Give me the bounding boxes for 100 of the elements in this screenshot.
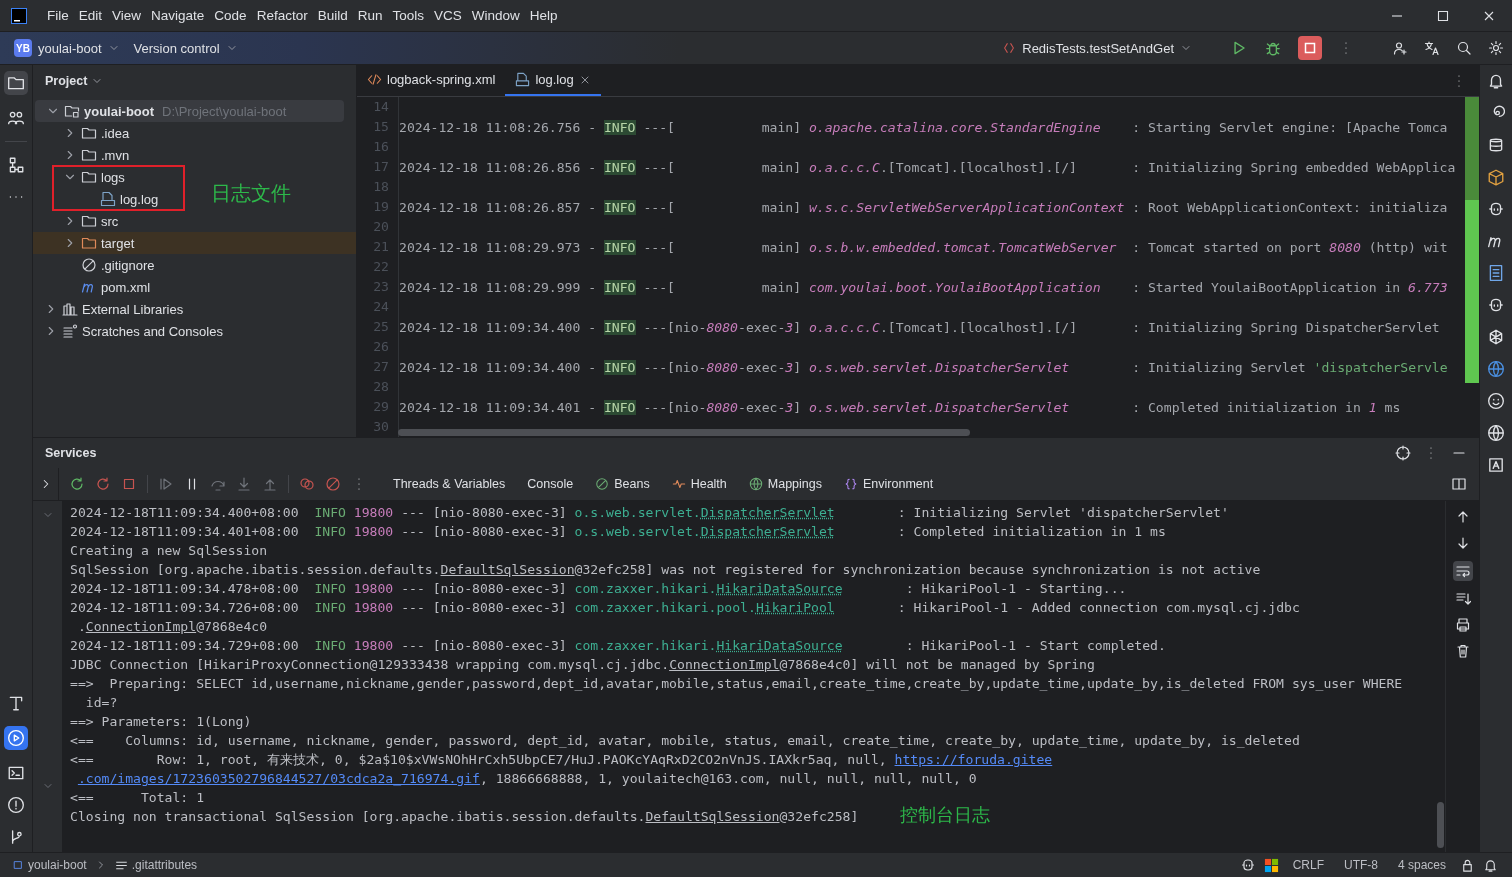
menu-item[interactable]: Edit xyxy=(74,6,107,25)
tree-item[interactable]: youlai-boot D:\Project\youlai-boot xyxy=(35,100,344,122)
rerun-icon[interactable] xyxy=(95,476,111,492)
document-icon[interactable] xyxy=(1487,264,1505,282)
resume-icon[interactable] xyxy=(158,476,174,492)
file-encoding[interactable]: UTF-8 xyxy=(1343,858,1378,872)
xml-file-icon xyxy=(367,72,382,87)
robot-icon[interactable] xyxy=(1239,857,1256,873)
toolbar-tab[interactable]: Beans xyxy=(595,477,650,491)
indent-setting[interactable]: 4 spaces xyxy=(1397,858,1446,872)
annotation-text: 控制台日志 xyxy=(900,803,990,827)
link[interactable]: .com/images/1723603502796844527/03cdca2a_716974.gif xyxy=(77,771,480,786)
menu-item[interactable]: Help xyxy=(525,6,562,25)
robot-icon[interactable] xyxy=(1487,200,1505,218)
console-line: 2024-12-18T11:09:34.726+08:00 INFO 19800 --- [nio-8080-exec-3] com.zaxxer.hikari.pool.HikariPool : HikariPool-1 - Added connection com.mysql.cj.jdbc xyxy=(70,599,1300,617)
robot-icon[interactable] xyxy=(1487,296,1505,314)
log-line: 2024-12-18 11:09:34.400 - INFO ---[nio-8080-exec-3] o.s.web.servlet.DispatcherServlet : Initializing Servlet 'dispatcherServle xyxy=(399,359,1448,375)
services-icon[interactable] xyxy=(7,729,25,747)
tree-item[interactable]: target xyxy=(33,232,356,254)
folder-icon[interactable] xyxy=(7,74,25,92)
lock-icon[interactable] xyxy=(1460,857,1475,873)
database-icon[interactable] xyxy=(1487,136,1505,154)
tree-item[interactable]: log.log xyxy=(33,188,165,210)
problems-icon[interactable] xyxy=(7,796,25,814)
console-line: id=? xyxy=(84,694,118,712)
menu-item[interactable]: Navigate xyxy=(147,6,209,25)
menu-item[interactable]: Window xyxy=(467,6,524,25)
terminal-icon[interactable] xyxy=(7,764,25,782)
project-selector[interactable]: YB youlai-boot xyxy=(14,39,120,57)
console-line: 2024-12-18T11:09:34.478+08:00 INFO 19800 --- [nio-8080-exec-3] com.zaxxer.hikari.HikariDataSource : HikariPool-1 - Starting... xyxy=(70,580,1127,598)
menu-item[interactable]: Refactor xyxy=(252,6,312,25)
log-file-icon xyxy=(100,191,116,207)
notification-icon[interactable] xyxy=(1483,857,1498,873)
toolbar-tab[interactable]: Environment xyxy=(844,477,934,491)
windows-logo-icon[interactable] xyxy=(1263,857,1279,873)
breakpoints-icon[interactable] xyxy=(299,476,315,492)
menu-item[interactable]: Tools xyxy=(388,6,428,25)
translate-icon[interactable] xyxy=(1424,40,1440,56)
step-into-icon[interactable] xyxy=(236,476,252,492)
soft-wrap-icon[interactable] xyxy=(1454,563,1471,579)
search-icon[interactable] xyxy=(1456,40,1472,56)
vcs-menu[interactable]: Version control xyxy=(133,40,238,56)
console-line: 2024-12-18T11:09:34.400+08:00 INFO 19800 --- [nio-8080-exec-3] o.s.web.servlet.DispatcherServlet : Initializing Servlet 'dispatcherServlet' xyxy=(70,504,1229,522)
tree-item[interactable]: pom.xml xyxy=(33,276,157,298)
structure-icon[interactable] xyxy=(7,156,25,174)
mute-breakpoints-icon[interactable] xyxy=(325,476,341,492)
tree-item[interactable]: .gitignore xyxy=(33,254,161,276)
toolbar-tab[interactable]: Mappings xyxy=(748,477,822,491)
folder-icon xyxy=(81,213,97,229)
stop-icon[interactable] xyxy=(121,476,137,492)
folder-icon xyxy=(81,235,97,251)
menu-item[interactable]: View xyxy=(108,6,146,25)
notification-icon[interactable] xyxy=(1487,72,1505,90)
console-line: SqlSession [org.apache.ibatis.session.defaults.DefaultSqlSession@32efc258] was not registered for synchronization because synchronization is not active xyxy=(70,561,1261,579)
people-icon[interactable] xyxy=(7,109,25,127)
package-icon[interactable] xyxy=(1487,168,1505,186)
tree-item[interactable]: logs xyxy=(33,166,131,188)
add-user-icon[interactable] xyxy=(1392,40,1408,56)
tree-item[interactable]: Scratches and Consoles xyxy=(33,320,229,342)
run-configuration-icon xyxy=(1002,41,1017,55)
settings-icon[interactable] xyxy=(1488,40,1504,56)
scrollbar-thumb[interactable] xyxy=(1437,802,1444,848)
scroll-to-end-icon[interactable] xyxy=(1454,591,1471,607)
menu-item[interactable]: Build xyxy=(313,6,352,25)
face-icon[interactable] xyxy=(1487,392,1505,410)
line-separator[interactable]: CRLF xyxy=(1292,858,1324,872)
layout-icon[interactable] xyxy=(1451,476,1467,492)
beans-icon xyxy=(595,477,610,491)
run-configuration-selector[interactable]: RedisTests.testSetAndGet xyxy=(1002,40,1192,56)
editor-tab[interactable]: logback-spring.xml xyxy=(357,65,506,96)
scrollbar-thumb[interactable] xyxy=(1465,97,1479,383)
menu-item[interactable]: Code xyxy=(210,6,251,25)
breadcrumb[interactable]: youlai-boot xyxy=(12,858,87,872)
tree-item[interactable]: .idea xyxy=(33,122,136,144)
rerun-icon[interactable] xyxy=(69,476,85,492)
breadcrumb[interactable]: .gitattributes xyxy=(114,858,198,872)
panel-title: Services xyxy=(45,446,97,460)
project-path: D:\Project\youlai-boot xyxy=(162,103,287,119)
tree-item[interactable]: .mvn xyxy=(33,144,136,166)
toolbar-tab[interactable]: Console xyxy=(527,477,574,491)
menu-item[interactable]: Run xyxy=(353,6,387,25)
folder-icon xyxy=(81,125,97,141)
crosshair-icon[interactable] xyxy=(1395,445,1411,461)
print-icon[interactable] xyxy=(1454,617,1471,633)
text-box-icon[interactable] xyxy=(1487,456,1505,474)
console-line: <== Columns: id, username, nickname, gender, password, dept_id, avatar, mobile, status, email, create_time, create_by, update_time, update_by, is_deleted xyxy=(70,732,1300,750)
library-icon xyxy=(62,301,78,317)
panel-title[interactable]: Project xyxy=(45,74,88,88)
menu-item[interactable]: File xyxy=(43,6,73,25)
folder-icon xyxy=(81,169,97,185)
link[interactable]: https://foruda.gitee xyxy=(894,752,1053,767)
scrollbar-thumb[interactable] xyxy=(398,429,970,436)
menu-item[interactable]: VCS xyxy=(430,6,466,25)
toolbar-tab[interactable]: Health xyxy=(671,477,727,491)
project-badge: YB xyxy=(14,39,32,57)
toolbar-tab[interactable]: Threads & Variables xyxy=(393,477,506,491)
tree-item[interactable]: External Libraries xyxy=(33,298,190,320)
annotation-text: 日志文件 xyxy=(211,181,291,206)
editor-tab[interactable]: log.log xyxy=(505,65,601,96)
tree-item[interactable]: src xyxy=(33,210,125,232)
